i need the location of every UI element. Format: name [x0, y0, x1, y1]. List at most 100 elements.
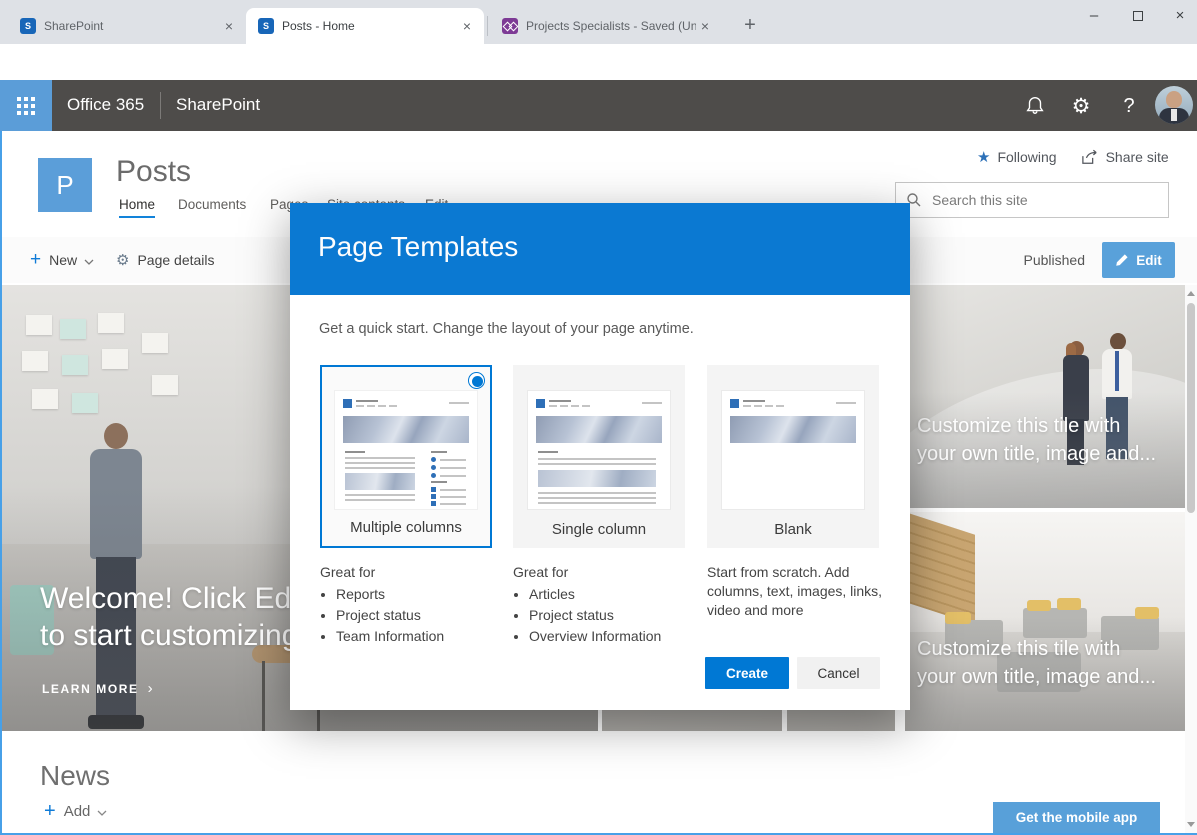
bullet-item: Project status: [529, 607, 695, 623]
header-actions: ★ Following Share site: [977, 148, 1169, 166]
following-star-icon: ★: [977, 148, 990, 166]
scrollbar-thumb[interactable]: [1187, 303, 1195, 513]
tile-caption-line2: your own title, image and...: [917, 666, 1156, 689]
tile-bottom-right[interactable]: Customize this tile with your own title,…: [905, 512, 1185, 731]
description-heading: Great for: [513, 563, 695, 582]
news-add-label: Add: [64, 803, 91, 820]
tab-title: SharePoint: [44, 19, 220, 33]
help-icon[interactable]: ?: [1116, 93, 1142, 119]
tab-close-icon[interactable]: ×: [220, 18, 238, 34]
tab-separator: [487, 16, 488, 36]
template-card-blank[interactable]: Blank: [707, 365, 879, 548]
window-close-button[interactable]: ×: [1158, 0, 1197, 34]
office365-suite-bar: Office 365 SharePoint ⚙ ?: [0, 80, 1197, 131]
chevron-down-icon: [97, 803, 107, 820]
tab-posts-home[interactable]: S Posts - Home ×: [246, 8, 484, 44]
tab-title: Posts - Home: [282, 19, 458, 33]
window-edge-left: [0, 131, 2, 835]
template-thumbnail: [335, 391, 477, 509]
site-title: Posts: [116, 155, 191, 189]
page-details-label: Page details: [137, 252, 214, 268]
template-thumbnail: [722, 391, 864, 509]
template-thumbnail: [528, 391, 670, 509]
office365-brand[interactable]: Office 365: [67, 95, 144, 115]
template-name: Blank: [707, 521, 879, 538]
settings-gear-icon[interactable]: ⚙: [1068, 93, 1094, 119]
new-tab-button[interactable]: +: [736, 12, 764, 40]
template-card-multiple-columns[interactable]: Multiple columns: [320, 365, 492, 548]
site-search-box[interactable]: [895, 182, 1169, 218]
new-button-label: New: [49, 252, 77, 268]
description-heading: Great for: [320, 563, 502, 582]
scroll-up-arrow[interactable]: [1187, 291, 1195, 296]
user-avatar[interactable]: [1155, 86, 1193, 124]
window-maximize-button[interactable]: [1116, 0, 1160, 34]
sharepoint-tab-icon: S: [20, 18, 36, 34]
page-scrollbar[interactable]: [1185, 285, 1197, 833]
radio-selected-icon[interactable]: [468, 372, 485, 389]
news-add-button[interactable]: + Add: [44, 800, 107, 823]
page-details-button[interactable]: ⚙ Page details: [116, 237, 215, 283]
browser-window: S SharePoint × S Posts - Home × Projects…: [0, 0, 1197, 835]
learn-more-label: LEARN MORE: [42, 682, 139, 696]
share-site-button[interactable]: Share site: [1106, 149, 1169, 165]
window-minimize-button[interactable]: –: [1072, 0, 1116, 34]
edit-page-button[interactable]: Edit: [1102, 242, 1175, 278]
template-description-multiple-columns: Great for Reports Project status Team In…: [320, 563, 502, 649]
bullet-item: Articles: [529, 586, 695, 602]
site-logo[interactable]: P: [38, 158, 92, 212]
app-launcher-button[interactable]: [0, 80, 52, 131]
sharepoint-app-link[interactable]: SharePoint: [176, 95, 260, 115]
bullet-item: Team Information: [336, 628, 502, 644]
description-bullets: Articles Project status Overview Informa…: [513, 586, 695, 644]
tab-close-icon[interactable]: ×: [458, 18, 476, 34]
chevron-right-icon: ›: [148, 680, 153, 697]
tab-sharepoint[interactable]: S SharePoint ×: [8, 8, 246, 44]
tab-projects-specialists[interactable]: Projects Specialists - Saved (Unp ×: [490, 8, 722, 44]
tile-top-right[interactable]: Customize this tile with your own title,…: [905, 285, 1185, 508]
browser-tab-strip: S SharePoint × S Posts - Home × Projects…: [0, 0, 1197, 44]
learn-more-link[interactable]: LEARN MORE ›: [42, 680, 153, 697]
bullet-item: Project status: [336, 607, 502, 623]
waffle-icon: [17, 97, 35, 115]
description-bullets: Reports Project status Team Information: [320, 586, 502, 644]
template-name: Multiple columns: [322, 519, 490, 536]
tab-title: Projects Specialists - Saved (Unp: [526, 19, 696, 33]
tab-close-icon[interactable]: ×: [696, 18, 714, 34]
following-button[interactable]: Following: [997, 149, 1056, 165]
template-description-single-column: Great for Articles Project status Overvi…: [513, 563, 695, 649]
template-name: Single column: [513, 521, 685, 538]
tile-caption-line1: Customize this tile with: [917, 415, 1120, 438]
plus-icon: +: [44, 800, 56, 823]
dialog-subtitle: Get a quick start. Change the layout of …: [319, 321, 694, 337]
maximize-icon: [1133, 11, 1143, 21]
sharepoint-tab-icon: S: [258, 18, 274, 34]
suite-bar-divider: [160, 92, 161, 119]
description-text: Start from scratch. Add columns, text, i…: [707, 563, 883, 620]
share-icon: [1081, 149, 1099, 165]
publish-status: Published: [1024, 237, 1086, 283]
chevron-down-icon: [84, 252, 94, 268]
notifications-bell-icon[interactable]: [1022, 93, 1048, 119]
scroll-down-arrow[interactable]: [1187, 822, 1195, 827]
template-card-single-column[interactable]: Single column: [513, 365, 685, 548]
plus-icon: +: [30, 249, 41, 271]
cancel-button[interactable]: Cancel: [797, 657, 880, 689]
pencil-icon: [1115, 253, 1129, 267]
tile-caption-line2: your own title, image and...: [917, 443, 1156, 466]
create-button[interactable]: Create: [705, 657, 789, 689]
visio-tab-icon: [502, 18, 518, 34]
page-templates-dialog: Page Templates Get a quick start. Change…: [290, 203, 910, 710]
bullet-item: Overview Information: [529, 628, 695, 644]
browser-toolbar: https://jeb01.sharepoint.com/sites/Posts…: [0, 44, 1197, 80]
nav-item-documents[interactable]: Documents: [178, 197, 246, 212]
page-details-gear-icon: ⚙: [116, 251, 129, 269]
edit-button-label: Edit: [1136, 253, 1162, 268]
tile-caption-line1: Customize this tile with: [917, 638, 1120, 661]
get-mobile-app-button[interactable]: Get the mobile app: [993, 802, 1160, 833]
search-input[interactable]: [930, 191, 1158, 209]
template-description-blank: Start from scratch. Add columns, text, i…: [707, 563, 883, 620]
bullet-item: Reports: [336, 586, 502, 602]
new-button[interactable]: + New: [30, 237, 94, 283]
nav-item-home[interactable]: Home: [119, 197, 155, 212]
